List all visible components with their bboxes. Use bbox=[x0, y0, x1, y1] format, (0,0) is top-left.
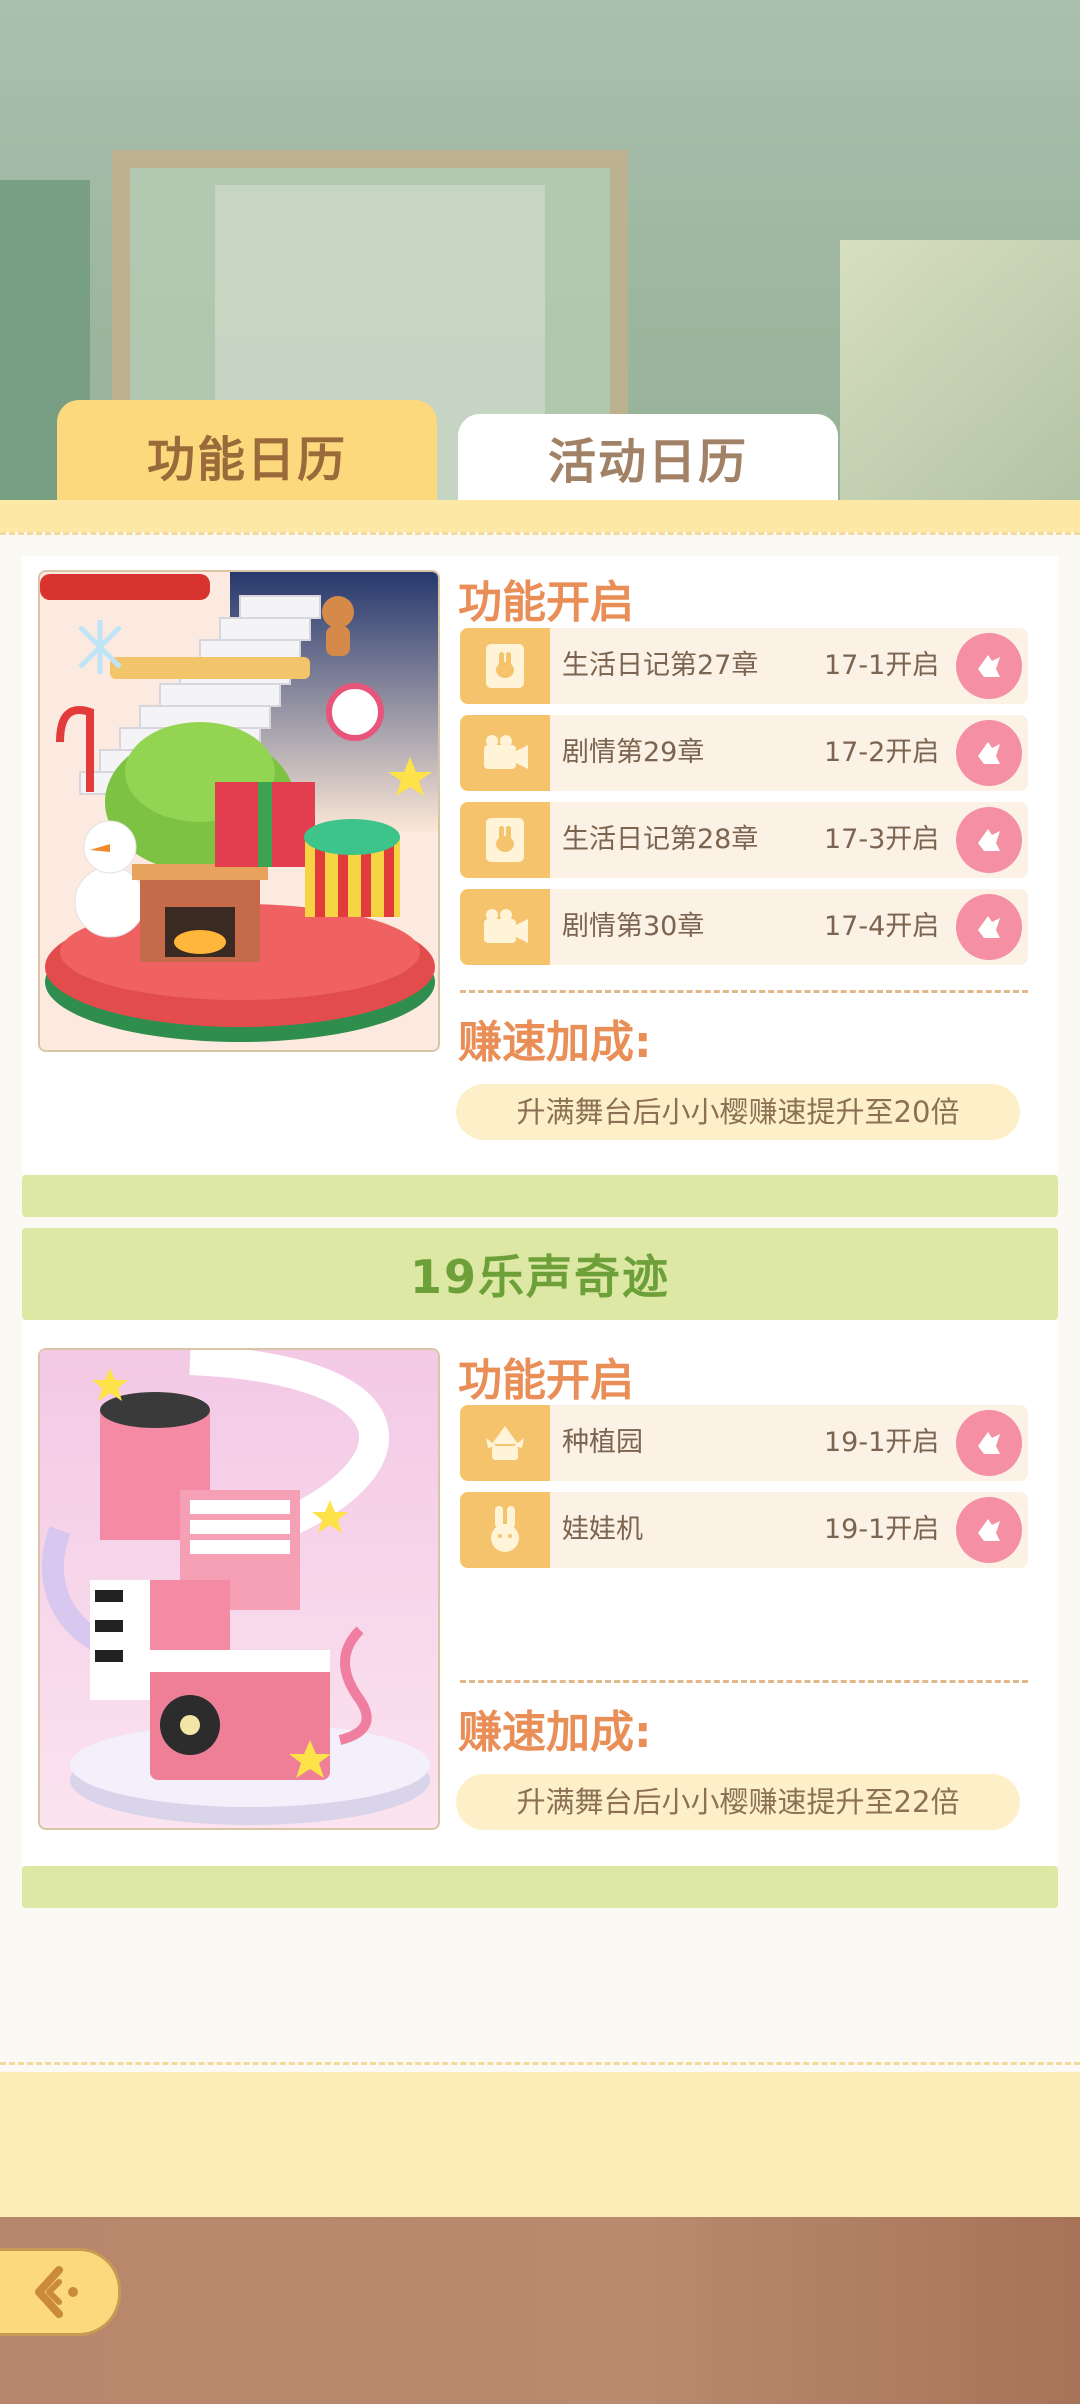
arrow-hand-icon bbox=[978, 829, 1000, 851]
section-footer-strip bbox=[22, 1175, 1058, 1217]
go-button[interactable] bbox=[956, 894, 1022, 960]
feature-name: 种植园 bbox=[562, 1427, 643, 1458]
feature-row: 生活日记第28章 17-3开启 bbox=[460, 802, 1028, 878]
feature-heading: 功能开启 bbox=[458, 1355, 634, 1406]
feature-open-stage: 19-1开启 bbox=[824, 1427, 940, 1458]
feature-row: 生活日记第27章 17-1开启 bbox=[460, 628, 1028, 704]
camera-icon bbox=[460, 715, 556, 791]
feature-name: 生活日记第27章 bbox=[562, 650, 759, 681]
music-stage-image bbox=[38, 1348, 440, 1830]
panel-header-band bbox=[0, 500, 1080, 532]
arrow-hand-icon bbox=[978, 1432, 1000, 1454]
go-button[interactable] bbox=[956, 720, 1022, 786]
arrow-hand-icon bbox=[978, 742, 1000, 764]
feature-name: 娃娃机 bbox=[562, 1514, 643, 1545]
feature-row: 娃娃机 19-1开启 bbox=[460, 1492, 1028, 1568]
speed-bonus-text: 升满舞台后小小樱赚速提升至20倍 bbox=[456, 1084, 1020, 1140]
bottom-bar bbox=[0, 2217, 1080, 2404]
feature-open-stage: 17-4开启 bbox=[824, 911, 940, 942]
go-button[interactable] bbox=[956, 1410, 1022, 1476]
go-button[interactable] bbox=[956, 807, 1022, 873]
feature-row: 剧情第30章 17-4开启 bbox=[460, 889, 1028, 965]
rabbit-diary-icon bbox=[460, 628, 556, 704]
feature-name: 剧情第29章 bbox=[562, 737, 705, 768]
section-divider bbox=[460, 990, 1028, 993]
feature-open-stage: 17-1开启 bbox=[824, 650, 940, 681]
feature-name: 剧情第30章 bbox=[562, 911, 705, 942]
feature-heading: 功能开启 bbox=[458, 577, 634, 628]
panel-divider bbox=[0, 2062, 1080, 2065]
feature-name: 生活日记第28章 bbox=[562, 824, 759, 855]
feature-row: 剧情第29章 17-2开启 bbox=[460, 715, 1028, 791]
feature-row: 种植园 19-1开启 bbox=[460, 1405, 1028, 1481]
arrow-hand-icon bbox=[978, 916, 1000, 938]
tab-feature-calendar[interactable]: 功能日历 bbox=[57, 400, 437, 510]
section-footer-strip bbox=[22, 1866, 1058, 1908]
feature-open-stage: 17-2开启 bbox=[824, 737, 940, 768]
back-button[interactable] bbox=[0, 2248, 121, 2336]
go-button[interactable] bbox=[956, 633, 1022, 699]
arrow-hand-icon bbox=[978, 1519, 1000, 1541]
panel-footer-band bbox=[0, 2072, 1080, 2217]
rabbit-icon bbox=[460, 1492, 556, 1568]
section-divider bbox=[460, 1680, 1028, 1683]
christmas-stage-image bbox=[38, 570, 440, 1052]
tab-event-calendar[interactable]: 活动日历 bbox=[458, 414, 838, 500]
speed-bonus-text: 升满舞台后小小樱赚速提升至22倍 bbox=[456, 1774, 1020, 1830]
feature-open-stage: 19-1开启 bbox=[824, 1514, 940, 1545]
arrow-hand-icon bbox=[978, 655, 1000, 677]
go-button[interactable] bbox=[956, 1497, 1022, 1563]
speed-bonus-heading: 赚速加成: bbox=[458, 1707, 652, 1758]
plant-icon bbox=[460, 1405, 556, 1481]
section-title: 19乐声奇迹 bbox=[22, 1228, 1058, 1320]
panel-divider bbox=[0, 532, 1080, 535]
speed-bonus-heading: 赚速加成: bbox=[458, 1017, 652, 1068]
background-light bbox=[840, 240, 1080, 510]
rabbit-diary-icon bbox=[460, 802, 556, 878]
camera-icon bbox=[460, 889, 556, 965]
back-arrow-icon bbox=[35, 2266, 78, 2318]
feature-open-stage: 17-3开启 bbox=[824, 824, 940, 855]
